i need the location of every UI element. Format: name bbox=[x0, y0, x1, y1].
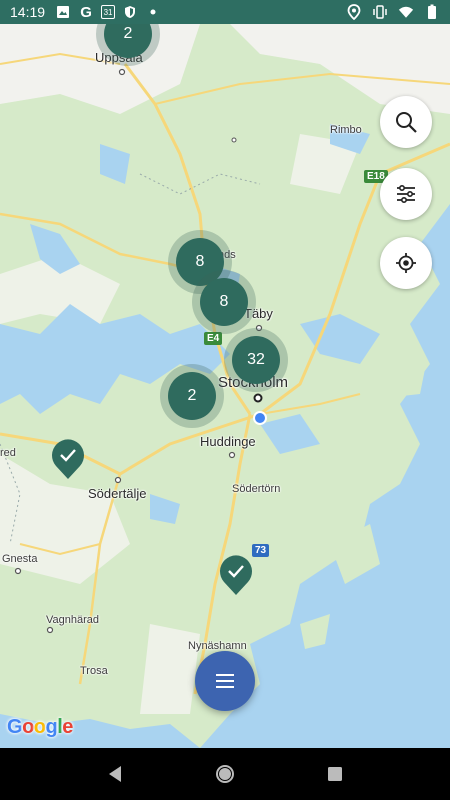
label-rimbo: Rimbo bbox=[330, 124, 362, 136]
cluster-count: 32 bbox=[232, 336, 280, 384]
visited-pin[interactable] bbox=[219, 554, 253, 596]
cluster-count: 8 bbox=[200, 278, 248, 326]
filter-icon bbox=[397, 184, 415, 204]
recents-icon bbox=[328, 767, 342, 781]
status-bar: 14:19 G 31 bbox=[0, 0, 450, 24]
home-button[interactable] bbox=[205, 754, 245, 794]
cluster-marker-stockholm[interactable]: 32 bbox=[224, 328, 288, 392]
search-button[interactable] bbox=[380, 96, 432, 148]
label-sodertalje: Södertälje bbox=[88, 486, 147, 501]
label-huddinge: Huddinge bbox=[200, 434, 256, 449]
shield-icon bbox=[122, 4, 138, 20]
cluster-marker-north-2[interactable]: 8 bbox=[192, 270, 256, 334]
cluster-count: 2 bbox=[104, 24, 152, 58]
cluster-marker-west-stockholm[interactable]: 2 bbox=[160, 364, 224, 428]
filter-button[interactable] bbox=[380, 168, 432, 220]
label-enkoping-partial: red bbox=[0, 447, 16, 459]
back-icon bbox=[109, 766, 121, 782]
google-logo: Google bbox=[7, 716, 73, 739]
battery-icon bbox=[424, 4, 440, 20]
road-shield-73: 73 bbox=[252, 544, 270, 557]
cluster-count: 2 bbox=[168, 372, 216, 420]
back-button[interactable] bbox=[95, 754, 135, 794]
home-icon bbox=[216, 765, 234, 783]
google-logo-text: Google bbox=[7, 716, 73, 738]
label-trosa: Trosa bbox=[80, 665, 108, 677]
wifi-icon bbox=[398, 4, 414, 20]
menu-button[interactable] bbox=[195, 651, 255, 711]
recents-button[interactable] bbox=[315, 754, 355, 794]
status-time: 14:19 bbox=[10, 4, 46, 20]
search-icon bbox=[396, 112, 417, 133]
image-icon bbox=[55, 4, 71, 20]
check-pin-icon bbox=[220, 555, 252, 595]
system-nav-bar bbox=[0, 748, 450, 800]
check-pin-icon bbox=[52, 439, 84, 479]
road-shield-e4: E4 bbox=[204, 332, 223, 345]
google-icon: G bbox=[80, 3, 92, 21]
location-icon bbox=[346, 4, 362, 20]
my-location-icon bbox=[396, 253, 416, 273]
user-location-dot bbox=[253, 411, 267, 425]
visited-pin[interactable] bbox=[51, 438, 85, 480]
map-view[interactable]: Uppsala Rimbo nds Täby Stockholm Hudding… bbox=[0, 24, 450, 748]
label-nynashamn: Nynäshamn bbox=[188, 640, 247, 652]
label-sodertorn: Södertörn bbox=[232, 483, 281, 495]
label-vagnharad: Vagnhärad bbox=[46, 614, 100, 626]
dot-icon bbox=[145, 4, 161, 20]
calendar-icon: 31 bbox=[101, 5, 116, 19]
label-gnesta: Gnesta bbox=[2, 553, 38, 565]
vibrate-icon bbox=[372, 4, 388, 20]
my-location-button[interactable] bbox=[380, 237, 432, 289]
menu-icon bbox=[216, 674, 234, 688]
